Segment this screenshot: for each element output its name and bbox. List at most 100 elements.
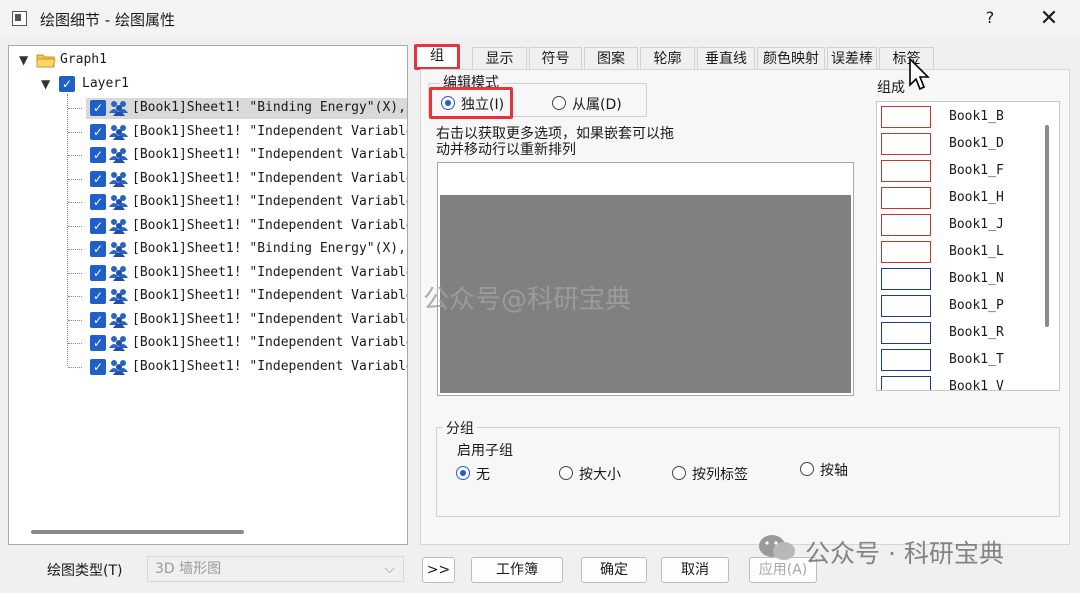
composition-item-label[interactable]: Book1_J <box>949 217 1004 232</box>
tab-5[interactable]: 垂直线 <box>697 47 755 69</box>
plot-checkbox[interactable]: ✓ <box>90 335 106 351</box>
group-option-radio[interactable] <box>456 466 470 480</box>
tree-item-label[interactable]: [Book1]Sheet1! "Binding Energy"(X), " <box>132 100 407 115</box>
tree-item-label[interactable]: [Book1]Sheet1! "Binding Energy"(X), " <box>132 241 407 256</box>
tab-4[interactable]: 轮廓 <box>640 47 695 69</box>
plot-checkbox[interactable]: ✓ <box>90 123 106 140</box>
tree-item[interactable]: ✓ [Book1]Sheet1! "Independent Variable" <box>68 145 407 166</box>
color-swatch[interactable] <box>881 133 931 155</box>
independent-label[interactable]: 独立(I) <box>461 94 504 114</box>
composition-item-label[interactable]: Book1_B <box>949 109 1004 124</box>
composition-item-label[interactable]: Book1_R <box>949 325 1004 340</box>
more-button[interactable]: >> <box>422 557 455 583</box>
tree-item[interactable]: ✓ [Book1]Sheet1! "Independent Variable" <box>68 216 407 237</box>
color-swatch[interactable] <box>881 376 931 390</box>
tab-6[interactable]: 颜色映射 <box>757 47 825 69</box>
group-option-label[interactable]: 无 <box>476 464 490 484</box>
plot-checkbox[interactable]: ✓ <box>90 288 106 304</box>
layer-checkbox[interactable]: ✓ <box>59 76 75 92</box>
color-swatch[interactable] <box>881 268 931 290</box>
tree-item-label[interactable]: [Book1]Sheet1! "Independent Variable" <box>132 218 407 233</box>
plot-checkbox[interactable]: ✓ <box>90 358 106 375</box>
composition-item-label[interactable]: Book1_D <box>949 136 1004 151</box>
ok-button[interactable]: 确定 <box>581 557 647 583</box>
color-swatch[interactable] <box>881 349 931 371</box>
tab-1[interactable]: 显示 <box>472 47 527 69</box>
tab-0[interactable]: 组 <box>414 44 460 70</box>
tree-item[interactable]: ✓ [Book1]Sheet1! "Independent Variable" <box>68 169 407 190</box>
color-swatch[interactable] <box>881 295 931 317</box>
color-swatch[interactable] <box>881 187 931 209</box>
tree-item-label[interactable]: [Book1]Sheet1! "Independent Variable" <box>132 312 407 327</box>
group-option-radio[interactable] <box>559 466 573 480</box>
wechat-icon <box>757 533 797 567</box>
chevron-down-icon[interactable]: ▼ <box>41 77 50 91</box>
tree-item-label[interactable]: [Book1]Sheet1! "Independent Variable" <box>132 124 407 139</box>
composition-item-label[interactable]: Book1_N <box>949 271 1004 286</box>
dependent-radio[interactable] <box>552 96 566 110</box>
tree-item[interactable]: ✓ [Book1]Sheet1! "Binding Energy"(X), " <box>68 98 407 119</box>
color-swatch[interactable] <box>881 322 931 344</box>
composition-item-label[interactable]: Book1_T <box>949 352 1004 367</box>
tree-item-label[interactable]: [Book1]Sheet1! "Independent Variable" <box>132 288 407 303</box>
tree-item-label[interactable]: [Book1]Sheet1! "Independent Variable" <box>132 194 407 209</box>
tab-2[interactable]: 符号 <box>529 47 582 69</box>
tree-item[interactable]: ✓ [Book1]Sheet1! "Independent Variable" <box>68 122 407 143</box>
color-swatch[interactable] <box>881 106 931 128</box>
plot-tree-panel[interactable]: ▼ Graph1 ▼ ✓ Layer1 ✓ [Book1]Sheet1! "Bin… <box>8 45 408 545</box>
close-button[interactable]: ✕ <box>1032 4 1066 34</box>
plot-checkbox[interactable]: ✓ <box>90 170 106 187</box>
color-swatch[interactable] <box>881 160 931 182</box>
help-button[interactable]: ? <box>975 8 1005 32</box>
tab-7[interactable]: 误差棒 <box>827 47 877 69</box>
tree-connector <box>67 94 68 366</box>
workbook-button[interactable]: 工作簿 <box>471 557 563 583</box>
color-swatch[interactable] <box>881 214 931 236</box>
tree-item-label[interactable]: [Book1]Sheet1! "Independent Variable" <box>132 147 407 162</box>
composition-item-label[interactable]: Book1_P <box>949 298 1004 313</box>
tree-item[interactable]: ✓ [Book1]Sheet1! "Independent Variable" <box>68 192 407 213</box>
tree-item-label[interactable]: [Book1]Sheet1! "Independent Variable" <box>132 359 407 374</box>
composition-item-label[interactable]: Book1_F <box>949 163 1004 178</box>
watermark-center: 公众号@科研宝典 <box>423 285 632 315</box>
dependent-label[interactable]: 从属(D) <box>572 94 622 114</box>
group-option-label[interactable]: 按大小 <box>579 464 621 484</box>
color-swatch[interactable] <box>881 241 931 263</box>
plot-checkbox[interactable]: ✓ <box>90 147 106 163</box>
plot-group-icon <box>108 264 130 286</box>
tree-item-label[interactable]: [Book1]Sheet1! "Independent Variable" <box>132 335 407 350</box>
plot-type-select[interactable]: 3D 墙形图 ⌵ <box>147 556 404 582</box>
tree-item-label[interactable]: [Book1]Sheet1! "Independent Variable" <box>132 265 407 280</box>
plot-checkbox[interactable]: ✓ <box>90 241 106 257</box>
chevron-down-icon[interactable]: ▼ <box>19 53 28 67</box>
cancel-button[interactable]: 取消 <box>661 557 729 583</box>
tree-layer-label[interactable]: Layer1 <box>82 76 129 91</box>
tab-3[interactable]: 图案 <box>584 47 638 69</box>
composition-item-label[interactable]: Book1_H <box>949 190 1004 205</box>
tree-item[interactable]: ✓ [Book1]Sheet1! "Independent Variable" <box>68 263 407 286</box>
independent-radio[interactable] <box>441 96 455 110</box>
tree-item-label[interactable]: [Book1]Sheet1! "Independent Variable" <box>132 171 407 186</box>
tree-item[interactable]: ✓ [Book1]Sheet1! "Independent Variable" <box>68 357 407 378</box>
composition-list[interactable]: Book1_B Book1_D Book1_F Book1_H Book1_J Book1… <box>876 101 1060 391</box>
vertical-scrollbar[interactable] <box>1045 125 1049 327</box>
tree-item[interactable]: ✓ [Book1]Sheet1! "Independent Variable" <box>68 310 407 331</box>
group-option-label[interactable]: 按列标签 <box>692 464 748 484</box>
tree-root-label[interactable]: Graph1 <box>60 52 107 67</box>
plot-checkbox[interactable]: ✓ <box>90 311 106 328</box>
tree-item[interactable]: ✓ [Book1]Sheet1! "Independent Variable" <box>68 333 407 354</box>
plot-checkbox[interactable]: ✓ <box>90 194 106 210</box>
plot-checkbox[interactable]: ✓ <box>90 100 106 116</box>
composition-item-label[interactable]: Book1_V <box>949 379 1004 390</box>
chevron-down-icon: ⌵ <box>384 561 395 577</box>
horizontal-scrollbar[interactable] <box>31 530 244 534</box>
composition-item-label[interactable]: Book1_L <box>949 244 1004 259</box>
group-option-label[interactable]: 按轴 <box>820 460 848 480</box>
tree-item[interactable]: ✓ [Book1]Sheet1! "Binding Energy"(X), " <box>68 239 407 260</box>
tree-item[interactable]: ✓ [Book1]Sheet1! "Independent Variable" <box>68 286 407 307</box>
plot-checkbox[interactable]: ✓ <box>90 217 106 234</box>
grouping-title: 分组 <box>443 418 477 438</box>
group-option-radio[interactable] <box>800 462 814 476</box>
plot-checkbox[interactable]: ✓ <box>90 264 106 281</box>
group-option-radio[interactable] <box>672 466 686 480</box>
